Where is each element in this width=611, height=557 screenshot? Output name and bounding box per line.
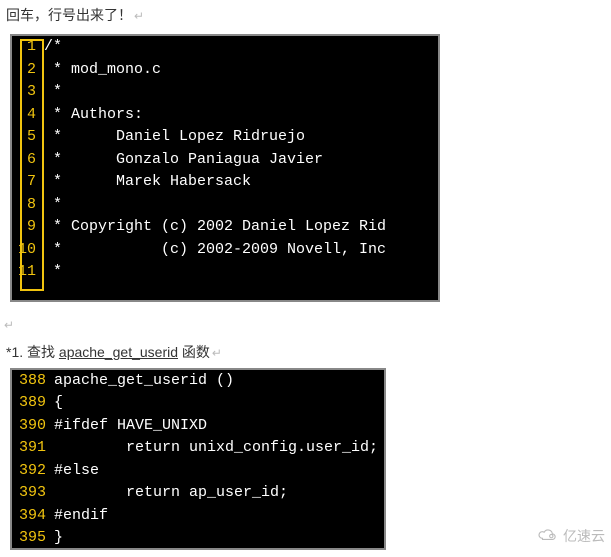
code-text: #else (50, 460, 99, 483)
cloud-icon (537, 528, 559, 545)
code-text: /* (40, 36, 62, 59)
line-number: 11 (12, 261, 40, 284)
line-number: 395 (12, 527, 50, 550)
code-block-1: 1/* 2 * mod_mono.c 3 * 4 * Authors: 5 * … (10, 34, 440, 302)
code-row: 393 return ap_user_id; (12, 482, 384, 505)
line-number: 389 (12, 392, 50, 415)
code-row: 10 * (c) 2002-2009 Novell, Inc (12, 239, 438, 262)
code-row: 2 * mod_mono.c (12, 59, 438, 82)
line-number: 8 (12, 194, 40, 217)
code-row: 5 * Daniel Lopez Ridruejo (12, 126, 438, 149)
mid-prefix: *1. 查找 (6, 344, 59, 360)
code-block-2: 388apache_get_userid () 389{ 390#ifdef H… (10, 368, 386, 550)
top-description: 回车，行号出来了！↵ (0, 0, 611, 30)
code-row: 390#ifdef HAVE_UNIXD (12, 415, 384, 438)
line-number: 391 (12, 437, 50, 460)
code-row: 391 return unixd_config.user_id; (12, 437, 384, 460)
blank-line: ↵ (0, 309, 611, 339)
code-text: * Gonzalo Paniagua Javier (40, 149, 323, 172)
line-number: 5 (12, 126, 40, 149)
line-number: 2 (12, 59, 40, 82)
line-number: 393 (12, 482, 50, 505)
line-number: 10 (12, 239, 40, 262)
code-text: * Daniel Lopez Ridruejo (40, 126, 305, 149)
mid-description: *1. 查找 apache_get_userid 函数↵ (0, 340, 611, 364)
code-text: * mod_mono.c (40, 59, 161, 82)
code-text: * Marek Habersack (40, 171, 251, 194)
code-row: 8 * (12, 194, 438, 217)
return-arrow-icon: ↵ (212, 346, 222, 360)
mid-suffix: 函数 (178, 344, 210, 360)
code-row: 6 * Gonzalo Paniagua Javier (12, 149, 438, 172)
code-text: #endif (50, 505, 108, 528)
line-number: 6 (12, 149, 40, 172)
return-arrow-icon: ↵ (4, 318, 14, 332)
return-arrow-icon: ↵ (134, 9, 144, 23)
top-text: 回车，行号出来了！ (6, 7, 132, 23)
watermark-text: 亿速云 (563, 526, 605, 546)
code-text: * (40, 261, 62, 284)
code-text: apache_get_userid () (50, 370, 234, 393)
line-number: 7 (12, 171, 40, 194)
line-number: 3 (12, 81, 40, 104)
code-row: 394#endif (12, 505, 384, 528)
code-text: return unixd_config.user_id; (50, 437, 378, 460)
code-text: #ifdef HAVE_UNIXD (50, 415, 207, 438)
code-row: 389{ (12, 392, 384, 415)
code-text: return ap_user_id; (50, 482, 288, 505)
line-number: 1 (12, 36, 40, 59)
line-number: 390 (12, 415, 50, 438)
code-row: 388apache_get_userid () (12, 370, 384, 393)
line-number: 394 (12, 505, 50, 528)
line-number: 388 (12, 370, 50, 393)
code-row: 3 * (12, 81, 438, 104)
code-text: * (40, 81, 62, 104)
code-text: * (40, 194, 62, 217)
line-number: 392 (12, 460, 50, 483)
code-text: * Copyright (c) 2002 Daniel Lopez Rid (40, 216, 386, 239)
code-row: 1/* (12, 36, 438, 59)
line-number: 4 (12, 104, 40, 127)
code-row: 392#else (12, 460, 384, 483)
code-text: { (50, 392, 63, 415)
code-row: 395} (12, 527, 384, 550)
watermark: 亿速云 (537, 526, 605, 546)
code-row: 11 * (12, 261, 438, 284)
code-text: } (50, 527, 63, 550)
code-row: 4 * Authors: (12, 104, 438, 127)
function-name: apache_get_userid (59, 344, 178, 360)
code-text: * Authors: (40, 104, 143, 127)
code-row: 7 * Marek Habersack (12, 171, 438, 194)
code-row: 9 * Copyright (c) 2002 Daniel Lopez Rid (12, 216, 438, 239)
line-number: 9 (12, 216, 40, 239)
code-text: * (c) 2002-2009 Novell, Inc (40, 239, 386, 262)
